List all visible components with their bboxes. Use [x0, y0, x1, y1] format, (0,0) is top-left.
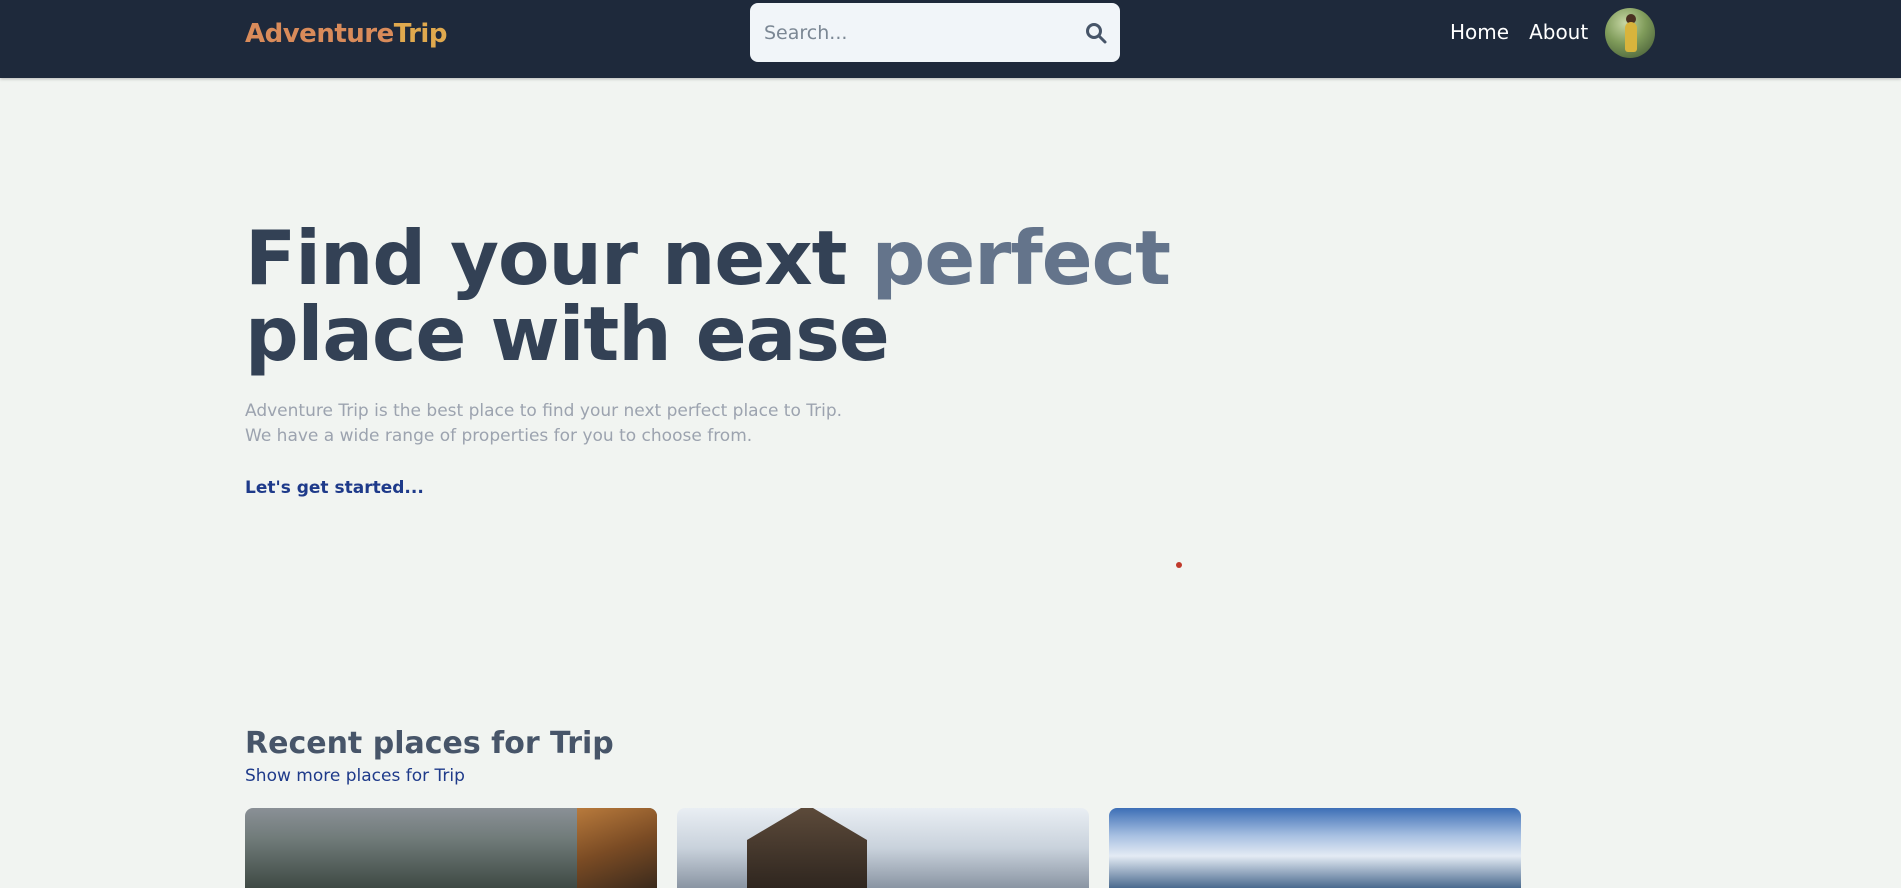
- avatar-figure-shape: [1625, 22, 1637, 52]
- brand-logo[interactable]: AdventureTrip: [245, 19, 447, 49]
- hero-desc-line1: Adventure Trip is the best place to find…: [245, 401, 843, 421]
- decorative-dot: [1176, 562, 1182, 568]
- search-form: [750, 3, 1120, 62]
- recent-places-section: Recent places for Trip Show more places …: [245, 726, 614, 786]
- hero-section: Find your next perfect place with ease A…: [245, 220, 1171, 498]
- search-icon[interactable]: [1084, 21, 1108, 45]
- nav-links: Home About: [1450, 20, 1588, 44]
- profile-avatar[interactable]: [1605, 8, 1655, 58]
- place-card-image[interactable]: [245, 808, 657, 888]
- place-card-image[interactable]: [677, 808, 1089, 888]
- nav-about-link[interactable]: About: [1529, 20, 1588, 44]
- recent-places-title: Recent places for Trip: [245, 726, 614, 761]
- brand-text-adventure: Adventure: [245, 19, 394, 49]
- get-started-link[interactable]: Let's get started...: [245, 478, 424, 498]
- navbar: AdventureTrip Home About: [0, 0, 1901, 78]
- brand-text-trip: Trip: [393, 19, 448, 49]
- hero-title-part1: Find your next: [245, 214, 872, 302]
- hero-title-part2: place with ease: [245, 290, 890, 378]
- hero-desc-line2: We have a wide range of properties for y…: [245, 426, 753, 446]
- nav-home-link[interactable]: Home: [1450, 20, 1509, 44]
- place-card-image[interactable]: [1109, 808, 1521, 888]
- hero-description: Adventure Trip is the best place to find…: [245, 399, 1170, 449]
- search-input[interactable]: [764, 3, 1064, 62]
- hero-title: Find your next perfect place with ease: [245, 220, 1171, 372]
- place-cards: [245, 808, 1521, 888]
- show-more-places-link[interactable]: Show more places for Trip: [245, 766, 465, 786]
- hero-title-accent: perfect: [871, 214, 1171, 302]
